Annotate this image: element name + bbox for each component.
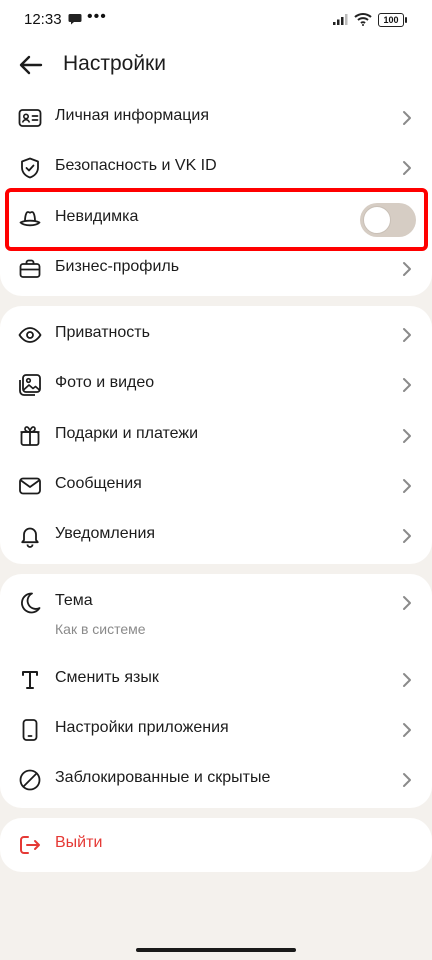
settings-item-invisible[interactable]: Невидимка [0, 193, 432, 243]
chevron-right-icon [400, 477, 414, 495]
settings-item-label: Бизнес-профиль [55, 258, 180, 275]
gift-icon [18, 424, 42, 448]
block-icon [18, 768, 42, 792]
shield-check-icon [18, 156, 42, 180]
settings-item-blocked-hidden[interactable]: Заблокированные и скрытые [0, 754, 432, 804]
id-card-icon [18, 106, 42, 130]
settings-item-label: Сменить язык [55, 669, 159, 686]
home-indicator[interactable] [136, 948, 296, 952]
logout-group: Выйти [0, 818, 432, 872]
briefcase-icon [18, 257, 42, 281]
settings-item-label: Приватность [55, 324, 150, 341]
logout-label: Выйти [55, 834, 103, 851]
status-time: 12:33 [24, 11, 62, 28]
chevron-right-icon [400, 527, 414, 545]
back-button[interactable] [16, 50, 46, 80]
envelope-icon [18, 474, 42, 498]
chevron-right-icon [400, 427, 414, 445]
settings-item-label: Безопасность и VK ID [55, 157, 217, 174]
logout-button[interactable]: Выйти [0, 819, 432, 869]
settings-item-gifts-payments[interactable]: Подарки и платежи [0, 410, 432, 460]
settings-item-notifications[interactable]: Уведомления [0, 510, 432, 560]
chevron-right-icon [400, 376, 414, 394]
settings-item-label: Подарки и платежи [55, 425, 198, 442]
settings-item-label: Личная информация [55, 107, 210, 124]
app-settings-group: Тема Как в системе Сменить язык Настройк… [0, 574, 432, 808]
chat-notification-icon [68, 13, 82, 25]
chevron-right-icon [400, 159, 414, 177]
settings-item-business-profile[interactable]: Бизнес-профиль [0, 243, 432, 293]
hat-icon [18, 207, 42, 231]
status-bar: 12:33 ••• 100 [0, 0, 432, 40]
page-title: Настройки [63, 52, 166, 75]
header: Настройки [0, 40, 432, 92]
settings-item-personal-info[interactable]: Личная информация [0, 92, 432, 142]
settings-item-language[interactable]: Сменить язык [0, 654, 432, 704]
wifi-icon [354, 12, 372, 26]
account-settings-group: Личная информация Безопасность и VK ID Н… [0, 92, 432, 296]
settings-item-theme[interactable]: Тема Как в системе [0, 577, 432, 649]
toggle-knob [363, 206, 391, 234]
settings-item-privacy[interactable]: Приватность [0, 309, 432, 359]
bell-icon [18, 524, 42, 548]
settings-item-security[interactable]: Безопасность и VK ID [0, 142, 432, 192]
settings-item-value: Как в системе [55, 621, 146, 637]
battery-icon: 100 [378, 13, 407, 27]
smartphone-icon [18, 718, 42, 742]
settings-item-photo-video[interactable]: Фото и видео [0, 359, 432, 409]
chevron-right-icon [400, 109, 414, 127]
invisible-toggle[interactable] [360, 203, 416, 237]
text-t-icon [18, 668, 42, 692]
moon-icon [18, 591, 42, 615]
chevron-right-icon [400, 771, 414, 789]
content-settings-group: Приватность Фото и видео Подарки и плате… [0, 306, 432, 564]
settings-item-label: Невидимка [55, 208, 139, 225]
arrow-left-icon [19, 55, 43, 75]
settings-item-messages[interactable]: Сообщения [0, 460, 432, 510]
chevron-right-icon [400, 721, 414, 739]
eye-icon [18, 323, 42, 347]
settings-item-label: Сообщения [55, 475, 142, 492]
settings-item-label: Настройки приложения [55, 719, 229, 736]
more-notifications-icon: ••• [87, 8, 107, 25]
chevron-right-icon [400, 671, 414, 689]
chevron-right-icon [400, 260, 414, 278]
chevron-right-icon [400, 594, 414, 612]
settings-item-label: Тема [55, 592, 93, 609]
settings-item-label: Фото и видео [55, 374, 155, 391]
photos-icon [18, 373, 42, 397]
signal-icon [333, 13, 349, 25]
chevron-right-icon [400, 326, 414, 344]
settings-item-label: Уведомления [55, 525, 156, 542]
settings-item-app-settings[interactable]: Настройки приложения [0, 704, 432, 754]
settings-item-label: Заблокированные и скрытые [55, 769, 271, 786]
logout-icon [18, 833, 42, 857]
